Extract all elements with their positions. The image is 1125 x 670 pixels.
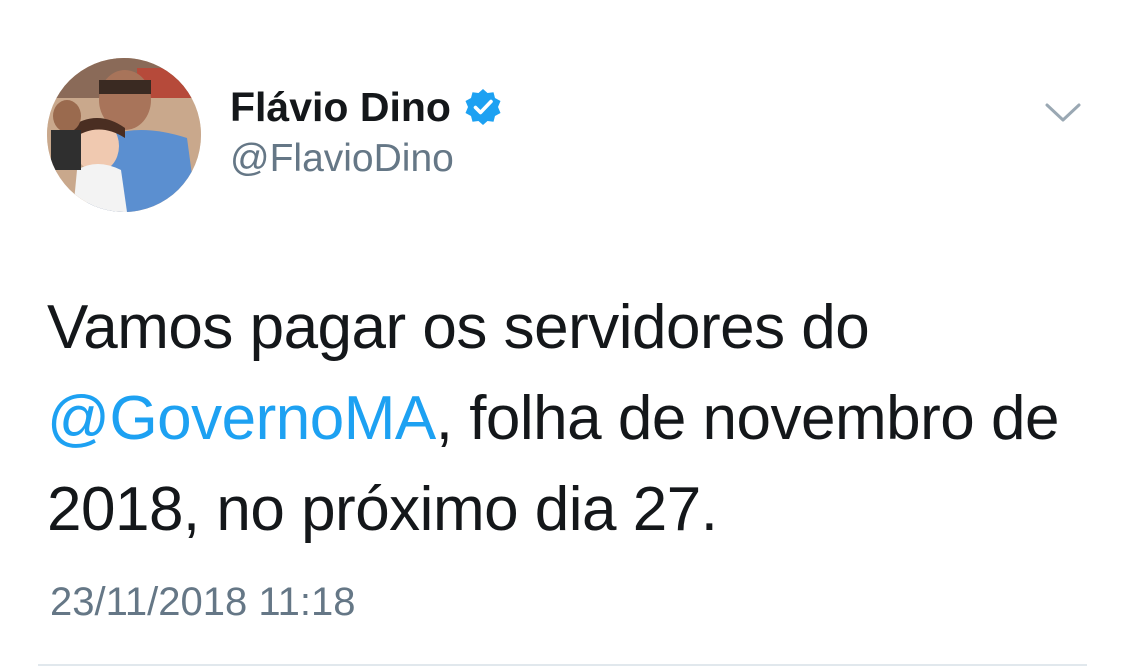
mention-link[interactable]: @GovernoMA bbox=[47, 384, 436, 453]
author-name-row[interactable]: Flávio Dino bbox=[230, 84, 503, 130]
avatar[interactable] bbox=[47, 58, 201, 212]
avatar-photo bbox=[47, 58, 201, 212]
tweet: Flávio Dino @FlavioDino Vamos pagar os s… bbox=[0, 0, 1125, 670]
verified-badge-icon bbox=[463, 87, 503, 127]
author-handle[interactable]: @FlavioDino bbox=[230, 137, 454, 181]
tweet-text-start: Vamos pagar os servidores do bbox=[47, 293, 870, 362]
chevron-down-icon[interactable] bbox=[1043, 98, 1083, 128]
tweet-text: Vamos pagar os servidores do @GovernoMA,… bbox=[47, 282, 1087, 555]
display-name[interactable]: Flávio Dino bbox=[230, 84, 451, 131]
tweet-timestamp[interactable]: 23/11/2018 11:18 bbox=[50, 580, 355, 625]
divider bbox=[38, 664, 1087, 666]
